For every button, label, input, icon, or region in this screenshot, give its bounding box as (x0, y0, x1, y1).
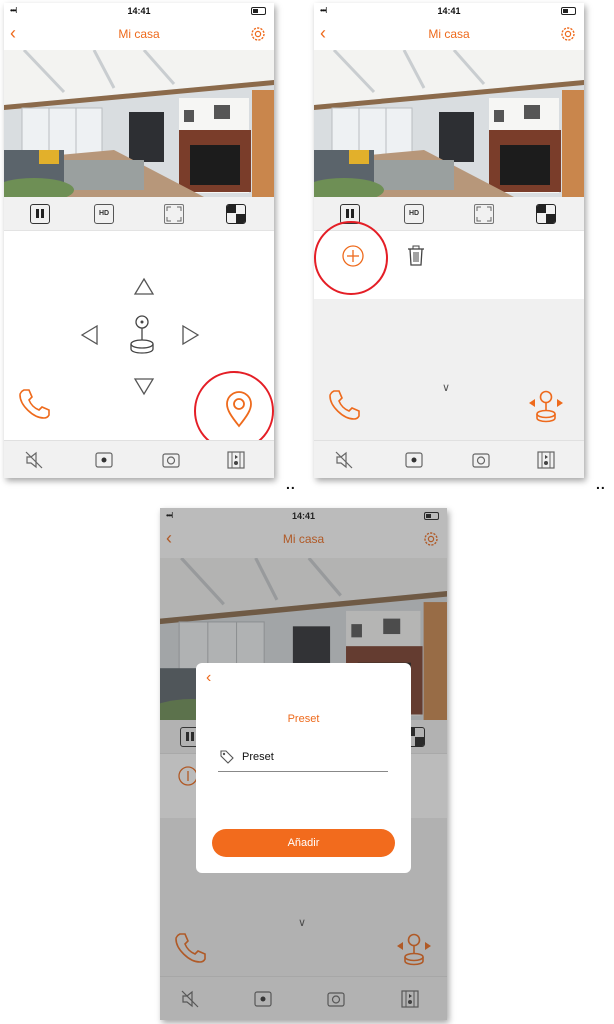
phone-screen-add-preset: •••l 14:41 ‹ Mi casa ∨ ‹ Preset Preset A… (160, 508, 447, 1020)
gear-icon[interactable] (250, 26, 266, 42)
add-preset-dialog: ‹ Preset Añadir (196, 663, 411, 873)
phone-icon[interactable] (328, 387, 362, 421)
add-preset-button[interactable]: Añadir (212, 829, 395, 857)
arrow-left-icon[interactable] (79, 324, 101, 346)
gear-icon[interactable] (560, 26, 576, 42)
pause-icon[interactable] (30, 203, 50, 224)
status-time: 14:41 (437, 6, 461, 16)
highlight-circle (314, 221, 388, 295)
joystick-icon[interactable] (128, 314, 156, 356)
preset-name-input[interactable] (242, 749, 362, 765)
camera-icon[interactable] (471, 450, 491, 470)
gallery-icon[interactable] (536, 450, 556, 470)
dialog-title: Preset (287, 713, 320, 725)
camera-icon[interactable] (161, 450, 181, 470)
fullscreen-icon[interactable] (474, 203, 494, 224)
video-toolbar: HD (4, 197, 274, 231)
hd-icon[interactable]: HD (404, 203, 424, 224)
status-time: 14:41 (127, 6, 151, 16)
camera-live-view[interactable] (314, 50, 584, 197)
arrow-down-icon[interactable] (133, 375, 155, 397)
status-bar: •••l 14:41 (4, 3, 274, 19)
nav-bar: ‹ Mi casa (314, 21, 584, 47)
back-icon[interactable]: ‹ (206, 669, 211, 687)
tag-icon (220, 750, 234, 764)
camera-live-view[interactable] (4, 50, 274, 197)
ellipsis: .. (286, 476, 296, 492)
phone-screen-ptz: •••l 14:41 ‹ Mi casa HD (4, 3, 274, 478)
page-title: Mi casa (118, 27, 160, 41)
split-view-icon[interactable] (226, 203, 246, 224)
page-title: Mi casa (428, 27, 470, 41)
bottom-toolbar (4, 440, 274, 478)
nav-bar: ‹ Mi casa (4, 21, 274, 47)
arrow-up-icon[interactable] (133, 276, 155, 298)
highlight-circle (194, 371, 274, 451)
fullscreen-icon[interactable] (164, 203, 184, 224)
preset-list-area: ∨ (314, 299, 584, 440)
record-icon[interactable] (94, 450, 114, 470)
arrow-right-icon[interactable] (179, 324, 201, 346)
tutorial-canvas: •••l 14:41 ‹ Mi casa HD •••l 14:41 ‹ Mi … (0, 0, 614, 1024)
battery-icon (561, 7, 576, 15)
mute-icon[interactable] (24, 450, 44, 470)
hd-icon[interactable]: HD (94, 203, 114, 224)
mute-icon[interactable] (334, 450, 354, 470)
trash-icon[interactable] (406, 245, 426, 267)
battery-icon (251, 7, 266, 15)
joystick-icon[interactable] (526, 389, 566, 425)
status-bar: •••l 14:41 (314, 3, 584, 19)
record-icon[interactable] (404, 450, 424, 470)
split-view-icon[interactable] (536, 203, 556, 224)
bottom-toolbar (314, 440, 584, 478)
phone-screen-presets: •••l 14:41 ‹ Mi casa HD ∨ (314, 3, 584, 478)
ellipsis: .. (596, 476, 606, 492)
phone-icon[interactable] (18, 386, 52, 420)
gallery-icon[interactable] (226, 450, 246, 470)
input-underline (218, 771, 388, 772)
collapse-icon[interactable]: ∨ (442, 381, 450, 394)
